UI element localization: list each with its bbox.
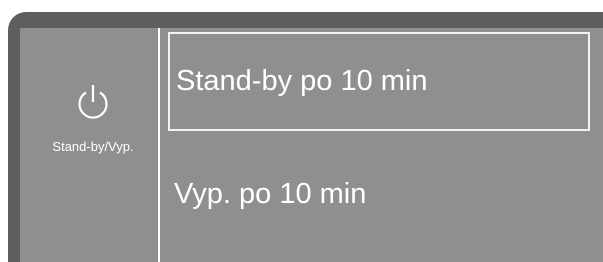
display-screen: Stand-by/Vyp. Stand-by po 10 min Vyp. po… bbox=[0, 0, 603, 262]
power-icon bbox=[76, 83, 110, 121]
display-panel: Stand-by/Vyp. Stand-by po 10 min Vyp. po… bbox=[20, 28, 603, 262]
option-list: Stand-by po 10 min Vyp. po 10 min bbox=[168, 28, 603, 262]
mode-label: Stand-by/Vyp. bbox=[52, 139, 134, 154]
option-label: Vyp. po 10 min bbox=[174, 177, 367, 210]
mode-sidebar[interactable]: Stand-by/Vyp. bbox=[20, 28, 160, 262]
option-label: Stand-by po 10 min bbox=[176, 65, 428, 97]
option-off-10-min[interactable]: Vyp. po 10 min bbox=[168, 156, 590, 232]
display-frame: Stand-by/Vyp. Stand-by po 10 min Vyp. po… bbox=[8, 12, 603, 262]
option-standby-10-min[interactable]: Stand-by po 10 min bbox=[168, 32, 590, 131]
